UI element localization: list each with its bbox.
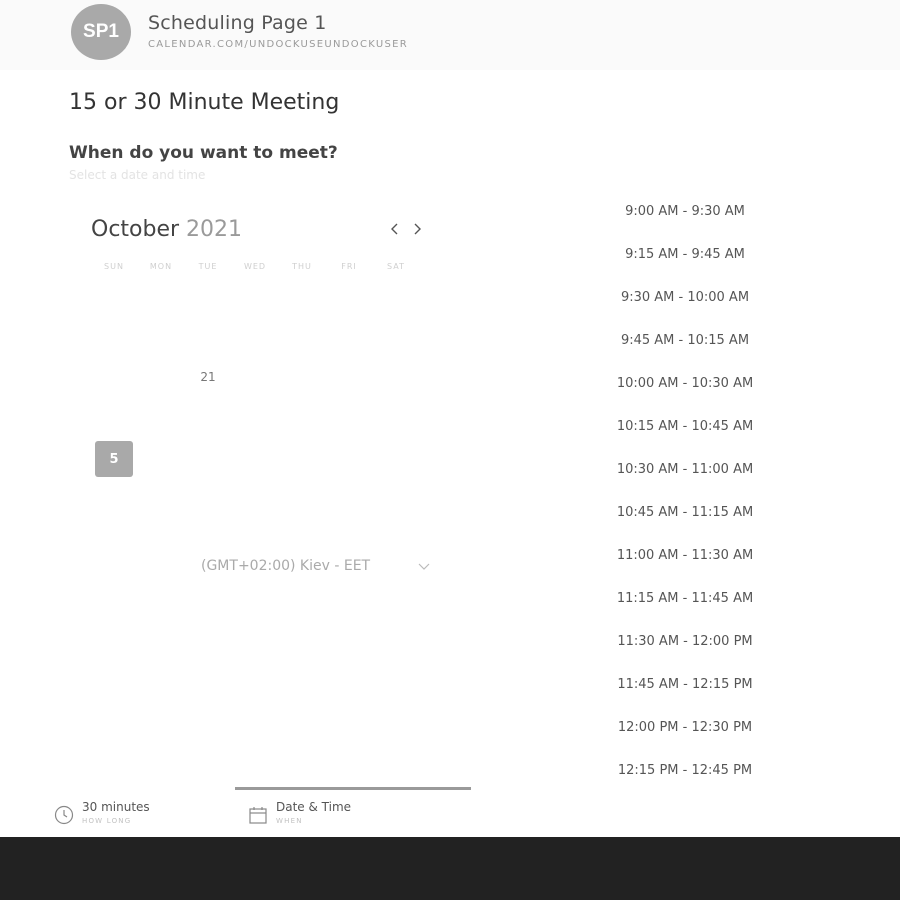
date-time-hint: Select a date and time (69, 168, 206, 182)
page-header: SP1 Scheduling Page 1 CALENDAR.COM/UNDOC… (0, 0, 900, 70)
month-name: October (91, 217, 180, 242)
time-slot[interactable]: 10:15 AM - 10:45 AM (600, 415, 770, 439)
timezone-select[interactable]: (GMT+02:00) Kiev - EET (201, 558, 370, 574)
step-bar: 30 minutes HOW LONG Date & Time WHEN (0, 787, 900, 837)
calendar-month-label: October 2021 (91, 217, 242, 242)
scheduling-page: SP1 Scheduling Page 1 CALENDAR.COM/UNDOC… (0, 0, 900, 900)
chevron-left-icon (391, 223, 398, 235)
time-slot[interactable]: 10:30 AM - 11:00 AM (600, 458, 770, 482)
meeting-title: 15 or 30 Minute Meeting (69, 90, 340, 115)
next-month-button[interactable] (408, 220, 426, 238)
scheduling-page-url[interactable]: CALENDAR.COM/UNDOCKUSEUNDOCKUSER (148, 39, 408, 50)
weekday-mon: MON (149, 262, 173, 271)
calendar-day[interactable]: 21 (188, 370, 228, 384)
calendar-icon (249, 807, 267, 824)
time-slot[interactable]: 9:30 AM - 10:00 AM (600, 286, 770, 310)
time-slot[interactable]: 11:00 AM - 11:30 AM (600, 544, 770, 568)
time-slot[interactable]: 9:00 AM - 9:30 AM (600, 200, 770, 224)
step-date-time-sub: WHEN (276, 817, 303, 825)
calendar-day-selected[interactable]: 5 (95, 441, 133, 477)
time-slot[interactable]: 12:00 PM - 12:30 PM (600, 716, 770, 740)
step-date-time-label: Date & Time (276, 800, 352, 814)
step-date-time[interactable]: Date & Time WHEN (248, 799, 351, 827)
chevron-right-icon (414, 223, 421, 235)
step-duration-sub: HOW LONG (82, 817, 132, 825)
time-slot[interactable]: 12:15 PM - 12:45 PM (600, 759, 770, 783)
footer-bar (0, 837, 900, 900)
clock-icon (54, 805, 74, 825)
time-slot[interactable]: 10:00 AM - 10:30 AM (600, 372, 770, 396)
active-step-indicator (235, 787, 471, 790)
weekday-wed: WED (243, 262, 267, 271)
time-slot[interactable]: 11:15 AM - 11:45 AM (600, 587, 770, 611)
avatar: SP1 (71, 4, 131, 60)
time-slot[interactable]: 9:15 AM - 9:45 AM (600, 243, 770, 267)
time-slot[interactable]: 10:45 AM - 11:15 AM (600, 501, 770, 525)
weekday-sat: SAT (387, 262, 405, 271)
scheduling-page-title: Scheduling Page 1 (148, 12, 327, 34)
weekday-tue: TUE (198, 262, 218, 271)
time-slot[interactable]: 11:30 AM - 12:00 PM (600, 630, 770, 654)
time-slot[interactable]: 9:45 AM - 10:15 AM (600, 329, 770, 353)
chevron-down-icon[interactable] (417, 561, 431, 573)
time-slot[interactable]: 11:45 AM - 12:15 PM (600, 673, 770, 697)
step-duration[interactable]: 30 minutes HOW LONG (54, 799, 150, 827)
step-duration-label: 30 minutes (82, 800, 150, 814)
previous-month-button[interactable] (386, 220, 404, 238)
weekday-sun: SUN (104, 262, 124, 271)
date-time-question: When do you want to meet? (69, 143, 338, 163)
weekday-fri: FRI (341, 262, 357, 271)
weekday-thu: THU (292, 262, 312, 271)
month-year: 2021 (186, 217, 243, 242)
